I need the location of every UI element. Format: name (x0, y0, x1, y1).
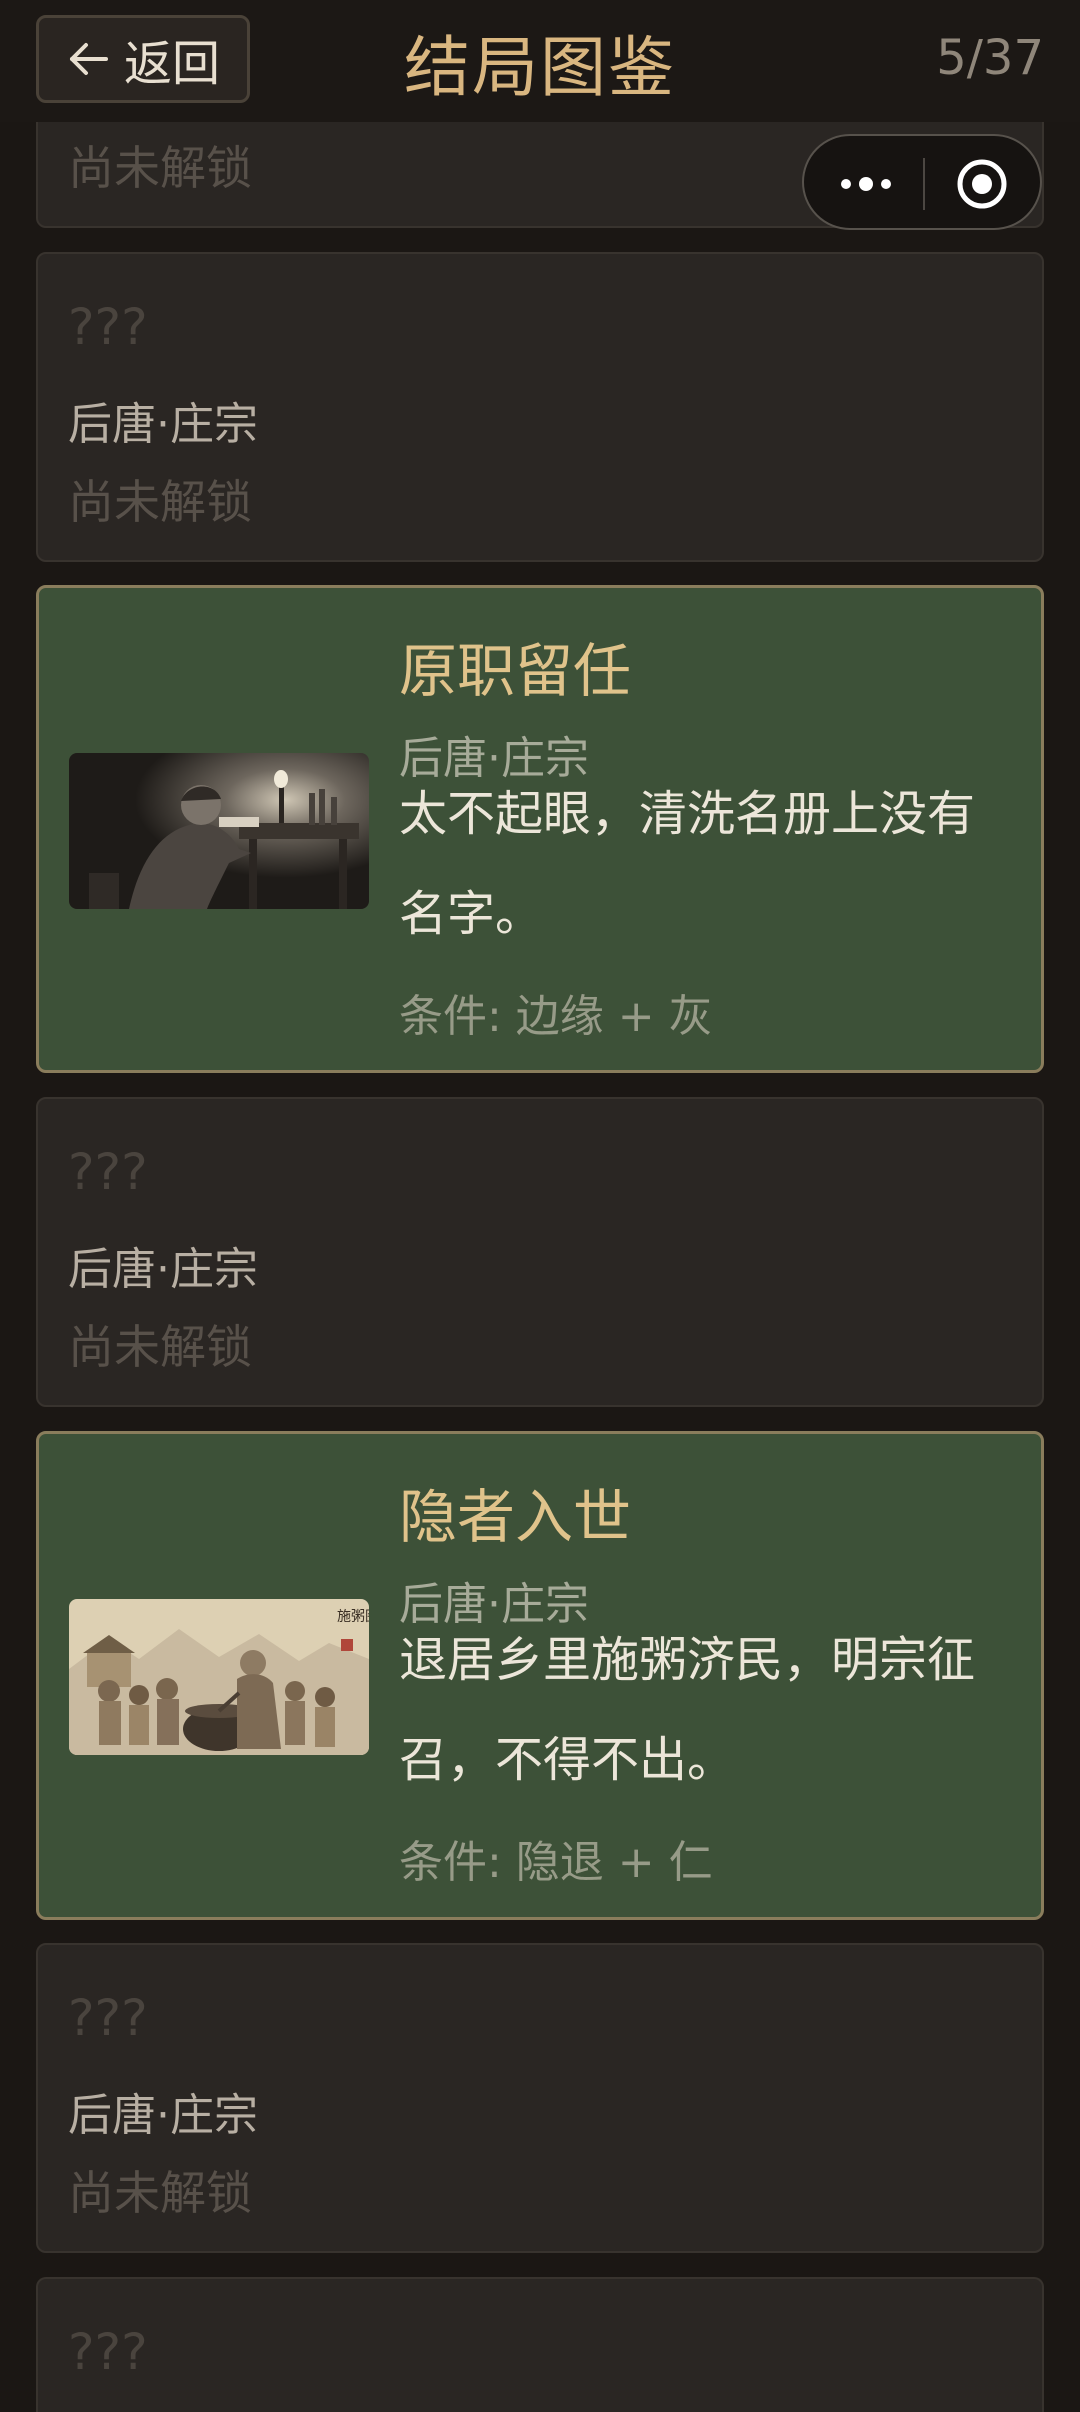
card-status: 尚未解锁 (68, 141, 252, 195)
capsule-divider (923, 158, 925, 210)
ending-card-locked[interactable]: ??? 后唐·庄宗 尚未解锁 (36, 252, 1044, 562)
card-title: 原职留任 (399, 637, 632, 705)
card-era: 后唐·庄宗 (68, 2090, 258, 2141)
card-title-hidden: ??? (68, 1989, 148, 2047)
top-nav-bar: 返回 结局图鉴 5/37 (0, 0, 1080, 122)
ending-card-unlocked[interactable]: 原职留任 后唐·庄宗 太不起眼，清洗名册上没有名字。 条件: 边缘 + 灰 (36, 585, 1044, 1073)
ending-illustration-scholar (69, 753, 369, 909)
card-title: 隐者入世 (399, 1483, 632, 1551)
card-condition: 条件: 隐退 + 仁 (399, 1837, 713, 1888)
card-status: 尚未解锁 (68, 1320, 252, 1374)
unlock-progress-count: 5/37 (936, 30, 1044, 86)
card-title-hidden: ??? (68, 1143, 148, 1201)
ending-illustration-porridge: 施粥图 (69, 1599, 369, 1755)
ending-card-locked[interactable]: ??? 后唐·庄宗 尚未解锁 (36, 1097, 1044, 1407)
card-title-hidden: ??? (68, 2323, 148, 2381)
card-era: 后唐·庄宗 (68, 399, 258, 450)
target-circle-icon[interactable] (956, 158, 1008, 210)
illustration-caption: 施粥图 (337, 1608, 369, 1625)
ending-card-unlocked[interactable]: 施粥图 隐者入世 后唐·庄宗 退居乡里施粥济民，明宗征召，不得不出。 条件: 隐… (36, 1431, 1044, 1920)
card-era: 后唐·庄宗 (68, 1244, 258, 1295)
card-title-hidden: ??? (68, 298, 148, 356)
miniprogram-capsule (802, 134, 1042, 230)
more-dots-icon[interactable] (834, 164, 898, 204)
card-status: 尚未解锁 (68, 2166, 252, 2220)
ending-card-locked[interactable]: ??? 后唐·庄宗 尚未解锁 (36, 1943, 1044, 2253)
page-title: 结局图鉴 (404, 29, 676, 106)
card-status: 尚未解锁 (68, 475, 252, 529)
card-condition: 条件: 边缘 + 灰 (399, 991, 713, 1042)
card-description: 太不起眼，清洗名册上没有名字。 (399, 786, 976, 942)
card-description: 退居乡里施粥济民，明宗征召，不得不出。 (399, 1632, 976, 1788)
ending-card-locked[interactable]: ??? (36, 2277, 1044, 2412)
